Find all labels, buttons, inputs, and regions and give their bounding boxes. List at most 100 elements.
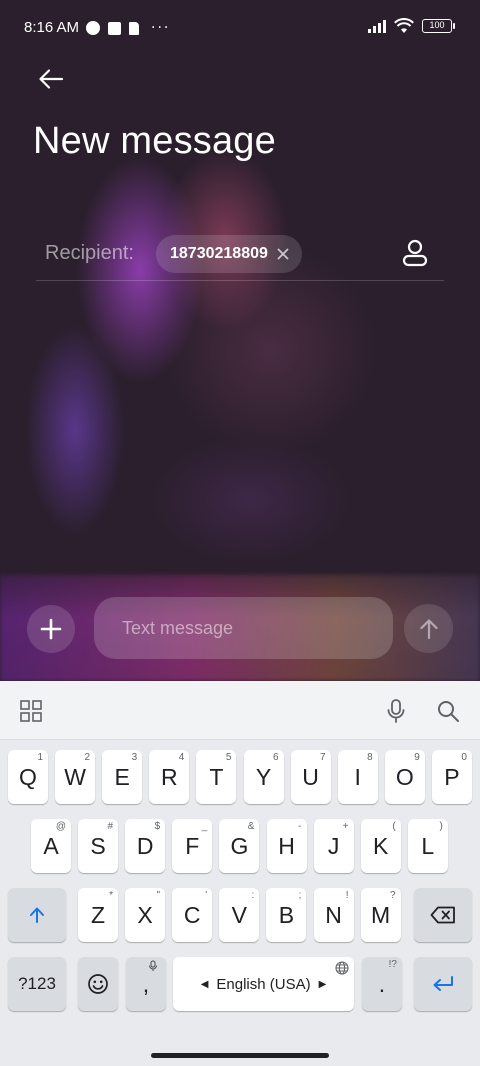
key-hint: 3 [131,752,138,763]
key-label: G [230,832,249,859]
enter-arrow-icon [433,976,453,991]
symbols-key[interactable]: ?123 [8,957,66,1011]
square-notification-icon [108,21,121,35]
status-bar: 8:16 AM ··· 100 [0,0,480,56]
notification-icons: ··· [86,20,170,36]
key-hint: ( [392,821,396,832]
key-hint: @ [55,821,66,832]
key-hint: _ [201,821,208,832]
more-notifications-icon: ··· [151,20,171,36]
space-key[interactable]: ◀ English (USA) ▶ [173,957,354,1011]
key-u[interactable]: 7U [290,750,331,804]
key-label: F [185,832,200,859]
key-label: Q [19,763,37,790]
backspace-key[interactable] [414,888,472,942]
key-r[interactable]: 4R [149,750,190,804]
signal-icon [368,19,386,33]
key-c[interactable]: ' C [172,888,213,942]
comma-key[interactable]: , [126,957,166,1011]
back-arrow-icon[interactable] [34,62,68,96]
emoji-key[interactable] [78,957,118,1011]
key-hint: + [342,821,349,832]
add-attachment-button[interactable] [27,605,75,653]
key-hint: * [109,890,113,901]
key-hint: 7 [320,752,326,763]
recipient-chip-number: 18730218809 [170,245,268,262]
key-n[interactable]: ! N [313,888,354,942]
plus-icon [40,618,62,640]
send-button[interactable] [404,604,453,653]
key-j[interactable]: + J [313,819,354,873]
key-hint: ! [345,890,349,901]
messaging-screen: 8:16 AM ··· 100 New message Recipient: 1 [0,0,480,681]
key-g[interactable]: & G [219,819,260,873]
key-label: J [327,832,340,859]
key-label: W [64,763,86,790]
message-input[interactable] [94,597,393,659]
key-label: T [209,763,224,790]
key-label: X [137,901,153,928]
key-e[interactable]: 3E [102,750,143,804]
key-l[interactable]: ) L [407,819,448,873]
key-z[interactable]: * Z [78,888,118,942]
key-o[interactable]: 9O [384,750,425,804]
key-v[interactable]: :V [219,888,260,942]
enter-key[interactable] [414,957,472,1011]
key-hint: ' [205,890,208,901]
key-hint: & [247,821,255,832]
key-label: E [114,763,130,790]
microphone-icon[interactable] [385,698,407,724]
key-hint: 5 [225,752,232,763]
key-hint: 0 [461,752,467,763]
search-icon[interactable] [436,699,460,723]
key-label: N [325,901,342,928]
key-m[interactable]: ? M [360,888,401,942]
shift-key[interactable] [8,888,66,942]
key-x[interactable]: " X [125,888,166,942]
key-label: Y [255,763,272,790]
caret-left-icon: ◀ [200,978,209,990]
key-hint: " [156,890,161,901]
app-notification-icon [86,21,100,35]
contact-picker-icon[interactable] [400,238,430,268]
key-s[interactable]: # S [78,819,119,873]
recipient-chip[interactable]: 18730218809 [156,235,302,273]
key-hint: 4 [178,752,185,763]
key-h[interactable]: -H [266,819,307,873]
key-hint: ) [439,821,443,832]
key-label: L [421,832,435,859]
key-y[interactable]: 6Y [243,750,284,804]
key-label: B [278,901,295,928]
key-a[interactable]: @ A [31,819,71,873]
page-title: New message [33,120,276,162]
battery-icon: 100 [422,19,455,33]
status-time: 8:16 AM [24,19,80,36]
key-p[interactable]: 0P [431,750,472,804]
period-key[interactable]: !? . [362,957,402,1011]
key-t[interactable]: 5T [196,750,237,804]
key-label: D [136,832,154,859]
key-hint: $ [154,821,161,832]
key-i[interactable]: 8I [337,750,378,804]
key-d[interactable]: $ D [125,819,166,873]
key-w[interactable]: 2W [55,750,96,804]
home-indicator[interactable] [151,1053,329,1058]
key-label: R [160,763,178,790]
apps-grid-icon[interactable] [20,700,42,722]
recipient-field[interactable]: Recipient: 18730218809 [36,230,444,281]
key-q[interactable]: 1Q [8,750,48,804]
key-label: I [354,763,361,790]
key-label: V [231,901,247,928]
key-k[interactable]: (K [360,819,401,873]
keyboard: 1Q2W3E4R5T6Y7U8I9O0P @ A # S $ D _ F & G - H + J(K) L … [0,681,480,1066]
wifi-icon [394,18,414,33]
key-b[interactable]: ; B [266,888,307,942]
key-hint: ? [390,890,396,901]
key-f[interactable]: _ F [172,819,213,873]
close-icon[interactable] [276,247,290,261]
emoji-icon [88,974,108,994]
backspace-icon [430,906,455,924]
key-hint: - [298,821,302,832]
key-label: A [43,832,59,859]
caret-right-icon: ▶ [318,978,327,990]
